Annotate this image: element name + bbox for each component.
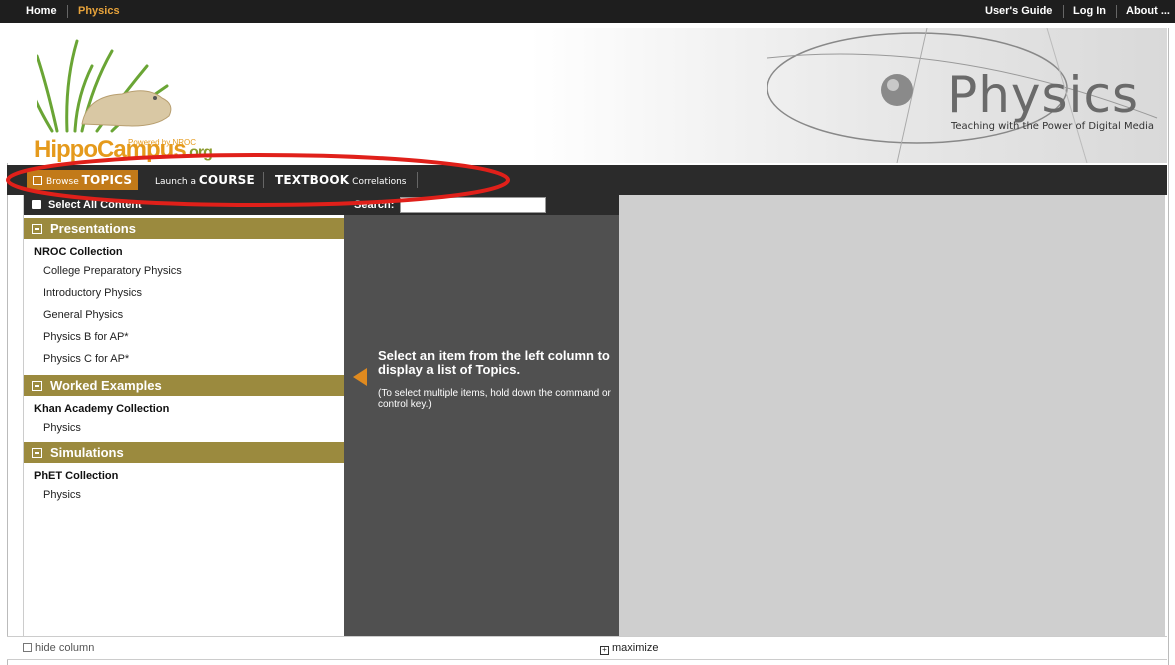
- physics-link[interactable]: Physics: [78, 0, 120, 23]
- list-item-college-preparatory-physics[interactable]: College Preparatory Physics: [43, 265, 182, 277]
- topics-panel: [619, 195, 1165, 636]
- collapse-icon[interactable]: [32, 381, 42, 391]
- users-guide-link[interactable]: User's Guide: [985, 0, 1052, 23]
- list-item-general-physics[interactable]: General Physics: [43, 309, 123, 321]
- page-title: Physics: [947, 66, 1139, 124]
- section-presentations[interactable]: Presentations: [24, 218, 344, 239]
- collapse-icon[interactable]: [32, 448, 42, 458]
- list-item-phet-physics[interactable]: Physics: [43, 489, 81, 501]
- section-worked-examples[interactable]: Worked Examples: [24, 375, 344, 396]
- list-item-introductory-physics[interactable]: Introductory Physics: [43, 287, 142, 299]
- section-simulations[interactable]: Simulations: [24, 442, 344, 463]
- instruction-hint: (To select multiple items, hold down the…: [378, 388, 611, 410]
- page-tagline: Teaching with the Power of Digital Media: [950, 121, 1154, 132]
- arrow-left-icon: [353, 368, 367, 386]
- log-in-link[interactable]: Log In: [1073, 0, 1106, 23]
- middle-column: Search: Select an item from the left col…: [344, 195, 619, 636]
- list-item-physics-b-ap[interactable]: Physics B for AP*: [43, 331, 129, 343]
- left-column: Select All Content Presentations NROC Co…: [23, 195, 344, 636]
- group-khan-academy-collection: Khan Academy Collection: [34, 403, 170, 415]
- powered-by-text: Powered by NROC: [128, 138, 197, 147]
- group-phet-collection: PhET Collection: [34, 470, 119, 482]
- home-link[interactable]: Home: [26, 0, 57, 23]
- section-title: Simulations: [50, 445, 124, 460]
- list-item-physics-c-ap[interactable]: Physics C for AP*: [43, 353, 129, 365]
- instruction-message: Select an item from the left column to d…: [378, 348, 610, 377]
- hide-column-label: hide column: [35, 642, 95, 654]
- maximize-button[interactable]: + maximize: [600, 642, 658, 655]
- about-link[interactable]: About ...: [1126, 0, 1170, 23]
- top-divider: [67, 5, 68, 18]
- section-title: Presentations: [50, 221, 136, 236]
- expand-icon: +: [600, 646, 609, 655]
- top-divider: [1116, 5, 1117, 18]
- collapse-icon[interactable]: [32, 224, 42, 234]
- annotation-oval: [6, 153, 510, 207]
- top-divider: [1063, 5, 1064, 18]
- top-nav-bar: Home Physics User's Guide Log In About .…: [0, 0, 1175, 23]
- maximize-label: maximize: [612, 642, 659, 654]
- column-footer: hide column + maximize: [7, 636, 1167, 660]
- hippo-grass-logo-icon: [37, 39, 172, 133]
- list-item-khan-physics[interactable]: Physics: [43, 422, 81, 434]
- section-title: Worked Examples: [50, 378, 162, 393]
- collapse-icon: [23, 643, 32, 652]
- group-nroc-collection: NROC Collection: [34, 246, 123, 258]
- hide-column-button[interactable]: hide column: [23, 642, 94, 654]
